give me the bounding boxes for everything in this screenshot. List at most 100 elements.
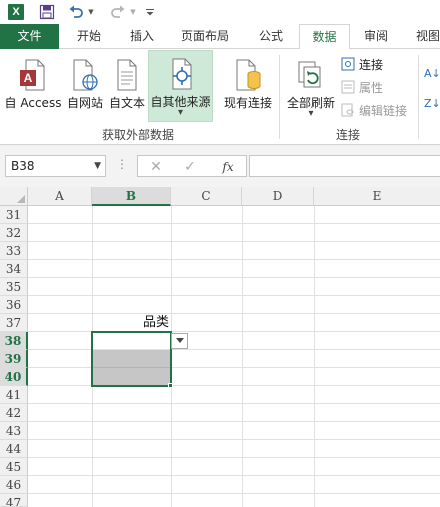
cancel-entry-button[interactable]: ✕ xyxy=(146,158,166,176)
properties-button[interactable]: 属性 xyxy=(340,77,383,97)
existing-connections-icon xyxy=(233,52,263,92)
gridline xyxy=(28,277,440,278)
get-external-data-group-label: 获取外部数据 xyxy=(102,128,175,142)
gridline xyxy=(28,493,440,494)
gridline xyxy=(28,439,440,440)
tab-page-layout[interactable]: 页面布局 xyxy=(172,24,238,49)
redo-dropdown-icon[interactable]: ▼ xyxy=(129,2,137,22)
tab-review[interactable]: 审阅 xyxy=(356,24,396,49)
group-separator xyxy=(279,55,280,139)
chevron-down-icon xyxy=(175,338,184,343)
edit-links-label: 编辑链接 xyxy=(359,103,408,118)
confirm-entry-button[interactable]: ✓ xyxy=(180,158,200,176)
gridline xyxy=(28,385,440,386)
row-header-36[interactable]: 36 xyxy=(0,296,28,314)
sort-a-to-z-button[interactable]: A↓ xyxy=(424,63,440,83)
sort-a-to-z-label: A↓ xyxy=(424,66,440,80)
chevron-down-icon[interactable]: ▼ xyxy=(94,156,101,176)
tab-view[interactable]: 视图 xyxy=(408,24,440,49)
data-validation-dropdown-button[interactable] xyxy=(171,333,188,349)
worksheet-grid[interactable]: A B C D E 31 32 33 34 35 36 37 38 39 40 … xyxy=(0,187,440,507)
tab-data[interactable]: 数据 xyxy=(299,24,350,50)
gridline xyxy=(28,403,440,404)
fill-handle[interactable] xyxy=(168,383,173,388)
select-all-button[interactable] xyxy=(0,187,28,206)
group-separator xyxy=(418,55,419,139)
from-text-label: 自文本 xyxy=(108,96,145,110)
column-header-c[interactable]: C xyxy=(171,187,242,206)
formula-bar-resize-handle[interactable]: ⋮ xyxy=(116,157,128,171)
name-box[interactable]: B38 ▼ xyxy=(5,155,106,177)
ribbon-tabs: 文件 开始 插入 页面布局 公式 数据 审阅 视图 xyxy=(0,24,440,50)
gridline xyxy=(28,241,440,242)
row-header-38[interactable]: 38 xyxy=(0,332,28,350)
edit-links-button[interactable]: 编辑链接 xyxy=(340,100,407,120)
formula-bar: B38 ▼ ⋮ ✕ ✓ fx xyxy=(0,145,440,187)
tab-insert[interactable]: 插入 xyxy=(122,24,162,49)
from-text-button[interactable]: 自文本 xyxy=(107,52,147,120)
refresh-icon xyxy=(296,52,326,92)
tab-formulas[interactable]: 公式 xyxy=(251,24,291,49)
customize-toolbar-icon[interactable] xyxy=(144,2,156,22)
row-header-47[interactable]: 47 xyxy=(0,494,28,507)
redo-icon[interactable] xyxy=(108,2,128,22)
row-header-45[interactable]: 45 xyxy=(0,458,28,476)
edit-links-icon xyxy=(340,102,356,118)
chevron-down-icon: ▾ xyxy=(177,107,184,118)
from-web-label: 自网站 xyxy=(66,96,103,110)
from-web-button[interactable]: 自网站 xyxy=(64,52,106,120)
gridline xyxy=(28,259,440,260)
access-database-icon: A xyxy=(18,52,48,92)
other-sources-icon xyxy=(165,51,197,91)
gridline xyxy=(28,295,440,296)
excel-logo-text: X xyxy=(8,4,24,20)
select-all-triangle-icon xyxy=(17,195,25,203)
existing-connections-button[interactable]: 现有连接 xyxy=(221,52,275,120)
excel-logo-icon: X xyxy=(5,2,27,22)
insert-function-button[interactable]: fx xyxy=(218,158,238,176)
row-header-32[interactable]: 32 xyxy=(0,224,28,242)
column-header-d[interactable]: D xyxy=(242,187,314,206)
row-header-46[interactable]: 46 xyxy=(0,476,28,494)
row-header-41[interactable]: 41 xyxy=(0,386,28,404)
row-header-34[interactable]: 34 xyxy=(0,260,28,278)
from-access-button[interactable]: A 自 Access xyxy=(3,52,63,120)
existing-connections-label: 现有连接 xyxy=(223,96,272,110)
web-globe-icon xyxy=(70,52,100,92)
row-header-31[interactable]: 31 xyxy=(0,206,28,224)
column-header-b[interactable]: B xyxy=(92,187,171,206)
svg-text:A: A xyxy=(24,71,33,85)
gridline xyxy=(28,331,440,332)
from-other-sources-button[interactable]: 自其他来源 ▾ xyxy=(148,50,213,122)
undo-icon[interactable] xyxy=(66,2,86,22)
formula-input[interactable] xyxy=(249,155,440,177)
gridline xyxy=(28,457,440,458)
connections-group-label: 连接 xyxy=(336,128,361,142)
name-box-value: B38 xyxy=(11,159,35,173)
save-icon[interactable] xyxy=(36,2,58,22)
row-header-44[interactable]: 44 xyxy=(0,440,28,458)
undo-dropdown-icon[interactable]: ▼ xyxy=(87,2,95,22)
row-header-35[interactable]: 35 xyxy=(0,278,28,296)
sort-z-to-a-label: Z↓ xyxy=(424,96,440,110)
column-header-a[interactable]: A xyxy=(28,187,92,206)
sort-z-to-a-button[interactable]: Z↓ xyxy=(424,93,440,113)
column-header-e[interactable]: E xyxy=(314,187,440,206)
row-header-42[interactable]: 42 xyxy=(0,404,28,422)
cell-b37[interactable]: 品类 xyxy=(92,314,169,332)
row-header-39[interactable]: 39 xyxy=(0,350,28,368)
tab-file[interactable]: 文件 xyxy=(0,24,59,49)
gridline xyxy=(28,475,440,476)
row-header-33[interactable]: 33 xyxy=(0,242,28,260)
row-header-37[interactable]: 37 xyxy=(0,314,28,332)
tab-home[interactable]: 开始 xyxy=(68,24,110,49)
gridline xyxy=(242,206,243,507)
row-header-40[interactable]: 40 xyxy=(0,368,28,386)
gridline xyxy=(28,349,440,350)
connections-button[interactable]: 连接 xyxy=(340,54,383,74)
refresh-all-button[interactable]: 全部刷新 ▾ xyxy=(284,52,338,120)
ribbon: A 自 Access 自网站 自文本 自其他来源 ▾ 现有连接 获取外部数据 全… xyxy=(0,49,440,145)
gridline xyxy=(28,313,440,314)
text-file-icon xyxy=(112,52,142,92)
row-header-43[interactable]: 43 xyxy=(0,422,28,440)
